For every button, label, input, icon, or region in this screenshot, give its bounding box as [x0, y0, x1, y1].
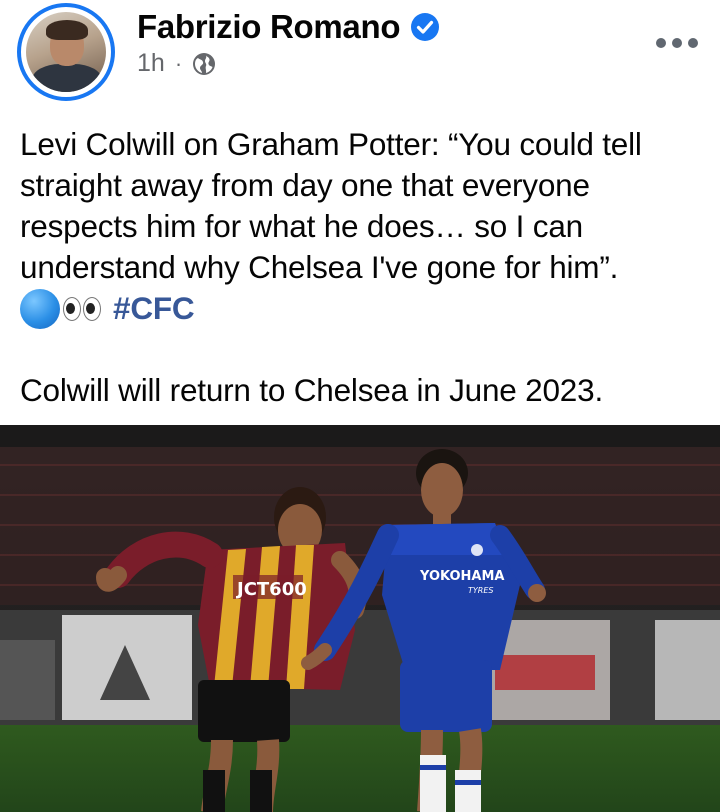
post-text-line: respects him for what he does… so I can: [20, 208, 583, 244]
chelsea-sponsor-sub-text: TYRES: [468, 586, 493, 595]
eyes-icon: [63, 296, 103, 321]
post-meta: 1h ·: [137, 49, 216, 78]
avatar-photo: [26, 12, 106, 92]
post-photo[interactable]: JCT600 YOKOHAMA TYRES: [0, 425, 720, 812]
author-name[interactable]: Fabrizio Romano: [137, 8, 400, 46]
chelsea-sponsor-text: YOKOHAMA: [419, 569, 504, 584]
post-body: Levi Colwill on Graham Potter: “You coul…: [20, 124, 710, 411]
author-avatar[interactable]: [17, 3, 115, 101]
verified-badge-icon: [411, 13, 440, 41]
bradford-sponsor-text: JCT600: [235, 579, 307, 600]
post-text-line: understand why Chelsea I've gone for him…: [20, 249, 619, 285]
post-header: Fabrizio Romano 1h ·: [0, 0, 720, 110]
post-text-line: Levi Colwill on Graham Potter: “You coul…: [20, 126, 642, 162]
post-text-line: straight away from day one that everyone: [20, 167, 590, 203]
meta-separator: ·: [174, 50, 183, 76]
blue-circle-icon: [20, 288, 60, 329]
hashtag-link[interactable]: #CFC: [113, 288, 195, 329]
more-options-icon[interactable]: [656, 36, 698, 50]
post-followup-text: Colwill will return to Chelsea in June 2…: [20, 372, 603, 408]
football-match-photo: JCT600 YOKOHAMA TYRES: [0, 425, 720, 812]
globe-icon[interactable]: [192, 52, 216, 76]
post-time[interactable]: 1h: [137, 49, 165, 78]
emoji-hashtag-line: #CFC: [20, 288, 710, 329]
author-row: Fabrizio Romano: [137, 8, 440, 46]
